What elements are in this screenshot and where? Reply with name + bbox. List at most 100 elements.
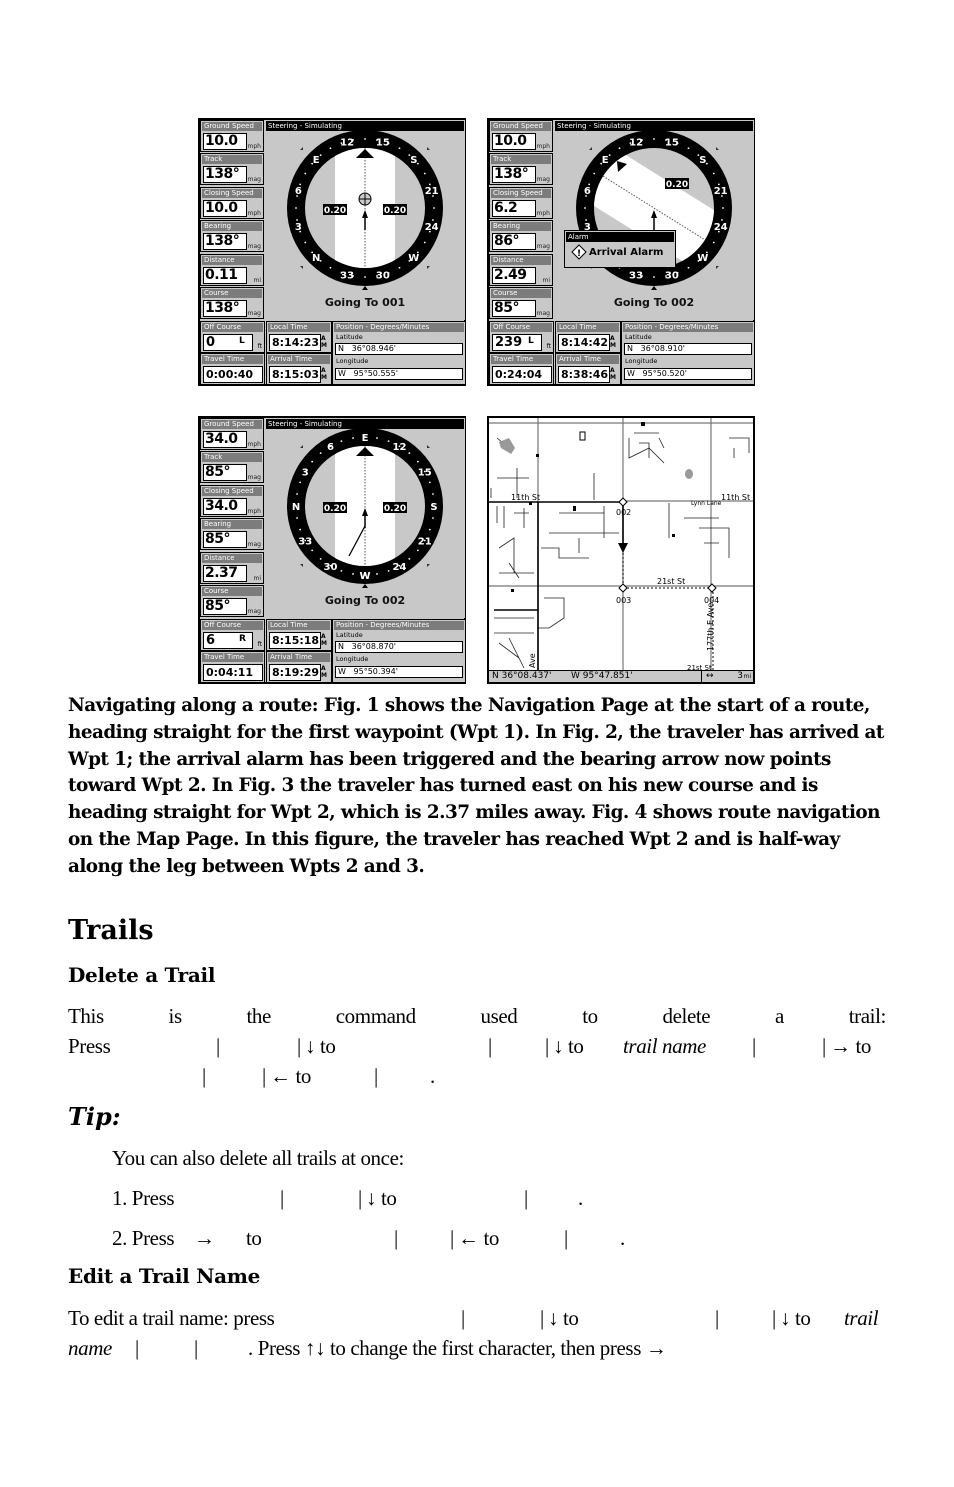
data-field-value: 0:04:11 xyxy=(203,664,263,681)
data-field-box[interactable]: Course 85° mag xyxy=(489,287,553,319)
figure-1-navigation-page: Ground Speed 10.0 mph Track 138° mag Closing S… xyxy=(198,118,466,386)
corner-mark-icon xyxy=(300,147,303,150)
compass-label: 3 xyxy=(302,468,309,479)
data-field-value: 0.11 xyxy=(203,266,247,284)
compass-label: S xyxy=(699,155,706,166)
data-field-box[interactable]: Track 85° mag xyxy=(200,451,264,484)
waypoint-002-marker[interactable] xyxy=(618,497,628,507)
lubber-mark-icon xyxy=(362,584,368,588)
data-field-label: Local Time xyxy=(268,323,330,332)
edit-trail-heading: Edit a Trail Name xyxy=(68,1264,261,1288)
data-field-box[interactable]: Course 85° mag xyxy=(200,585,264,617)
data-field-label: Course xyxy=(202,289,262,298)
data-field-value: 138° xyxy=(492,166,536,184)
delete-trail-line-2: Press | | ↓ to | | ↓ to trail name | | →… xyxy=(68,1034,871,1058)
data-field-label: Travel Time xyxy=(491,355,552,364)
map-status-bar: N 36°08.437' W 95°47.851' ↔ 3 mi xyxy=(489,670,753,682)
data-field-label: Course xyxy=(202,587,262,596)
compass-tick xyxy=(398,147,401,150)
data-field-box[interactable]: Ground Speed 10.0 mph xyxy=(489,120,553,152)
position-box[interactable]: Position - Degrees/Minutes Latitude N 36°0… xyxy=(621,321,754,385)
warning-icon: ! xyxy=(571,244,587,260)
corner-mark-icon xyxy=(300,564,303,567)
poi-icon xyxy=(536,454,539,457)
am-pm-indicator: AM xyxy=(321,633,327,647)
map-drawing: 11th St 11th St Lynn Lane 21st St 177th … xyxy=(489,418,753,672)
data-field-unit: mph xyxy=(536,209,550,217)
figure-3-navigation-page: Ground Speed 34.0 mph Track 85° mag Closing Sp… xyxy=(198,416,466,684)
data-field-label: Distance xyxy=(491,255,551,265)
data-field-value: 10.0 xyxy=(492,133,536,150)
edit-trail-line-1: To edit a trail name: press | | ↓ to | |… xyxy=(68,1306,879,1330)
data-field-box[interactable]: Distance 2.49 mi xyxy=(489,253,553,286)
latitude-label: Latitude xyxy=(336,631,363,639)
corner-mark-icon xyxy=(716,266,719,269)
map-latitude: N 36°08.437' xyxy=(492,671,552,681)
data-field-box[interactable]: Bearing 86° mag xyxy=(489,220,553,253)
compass-tick xyxy=(653,138,655,140)
position-box[interactable]: Position - Degrees/Minutes Latitude N 36°0… xyxy=(332,619,465,683)
data-field-box[interactable]: Ground Speed 34.0 mph xyxy=(200,418,264,450)
data-field-value: 8:19:29 xyxy=(269,664,321,681)
position-box[interactable]: Position - Degrees/Minutes Latitude N 36°0… xyxy=(332,321,465,385)
compass-tick xyxy=(423,241,426,244)
going-to-label: Going To 002 xyxy=(324,594,406,607)
compass-tick xyxy=(608,154,611,157)
arrival-time-box[interactable]: Arrival Time 8:15:03 A M xyxy=(266,353,332,385)
local-time-box[interactable]: Local Time 8:14:42 A M xyxy=(555,321,621,353)
data-field-value: 10.0 xyxy=(203,199,247,217)
lubber-mark-icon xyxy=(651,286,657,290)
off-course-box[interactable]: Off Course 6 Rft xyxy=(200,619,265,651)
data-field-box[interactable]: Distance 2.37 mi xyxy=(200,551,264,584)
compass-label: 12 xyxy=(629,137,643,148)
word: delete xyxy=(662,1004,711,1028)
local-time-box[interactable]: Local Time 8:14:23 A M xyxy=(266,321,332,353)
travel-time-box[interactable]: Travel Time 0:00:40 xyxy=(200,353,265,385)
data-field-box[interactable]: Closing Speed 34.0 mph xyxy=(200,484,264,517)
arrival-alarm-dialog[interactable]: Alarm! Arrival Alarm xyxy=(564,230,676,268)
map-longitude: W 95°47.851' xyxy=(571,671,633,681)
compass-tick xyxy=(296,517,298,519)
data-field-box[interactable]: Closing Speed 10.0 mph xyxy=(200,186,264,219)
data-field-box[interactable]: Track 138° mag xyxy=(200,153,264,186)
travel-time-box[interactable]: Travel Time 0:24:04 xyxy=(489,353,554,385)
data-field-label: Off Course xyxy=(202,621,263,630)
waypoint-004-marker[interactable] xyxy=(707,583,717,593)
data-field-box[interactable]: Distance 0.11 mi xyxy=(200,253,264,286)
compass-tick xyxy=(687,266,690,269)
word: is xyxy=(168,1004,183,1028)
off-course-box[interactable]: Off Course 0 Lft xyxy=(200,321,265,353)
word: a xyxy=(775,1004,784,1028)
compass-label: 3 xyxy=(295,222,302,233)
data-field-box[interactable]: Course 138° mag xyxy=(200,287,264,319)
compass-rose: 1215S2124W3033N36E0.20 xyxy=(576,128,732,290)
arrival-time-box[interactable]: Arrival Time 8:19:29 A M xyxy=(266,651,332,683)
compass-tick xyxy=(618,147,621,150)
data-field-label: Bearing xyxy=(491,222,551,232)
compass-tick xyxy=(299,528,302,531)
data-field-label: Closing Speed xyxy=(202,486,262,496)
data-field-box[interactable]: Track 138° mag xyxy=(489,153,553,186)
compass-tick xyxy=(299,183,302,186)
poi-icon xyxy=(573,506,576,511)
bottom-data-row: Off Course 6 Rft Travel Time 0:04:11 Local Ti… xyxy=(200,619,465,683)
tip-step-1: 1. Press | | ↓ to | . xyxy=(112,1186,583,1210)
data-field-box[interactable]: Bearing 85° mag xyxy=(200,518,264,551)
xte-label: 0.20 xyxy=(324,206,346,216)
data-field-box[interactable]: Closing Speed 6.2 mph xyxy=(489,186,553,219)
waypoint-003-marker[interactable] xyxy=(618,583,628,593)
compass-tick xyxy=(432,493,434,495)
arrival-time-box[interactable]: Arrival Time 8:38:46 A M xyxy=(555,353,621,385)
data-field-box[interactable]: Bearing 138° mag xyxy=(200,220,264,253)
alarm-message: Arrival Alarm xyxy=(589,247,664,258)
local-time-box[interactable]: Local Time 8:15:18 A M xyxy=(266,619,332,651)
travel-time-box[interactable]: Travel Time 0:04:11 xyxy=(200,651,265,683)
xte-label: 0.20 xyxy=(384,504,406,514)
off-course-box[interactable]: Off Course 239 Lft xyxy=(489,321,554,353)
compass-tick xyxy=(295,207,297,209)
data-field-box[interactable]: Ground Speed 10.0 mph xyxy=(200,120,264,152)
waypoint-label: 003 xyxy=(616,596,631,605)
compass-label: 30 xyxy=(376,271,390,282)
data-field-label: Local Time xyxy=(557,323,619,332)
data-field-value: 138° xyxy=(203,166,247,184)
